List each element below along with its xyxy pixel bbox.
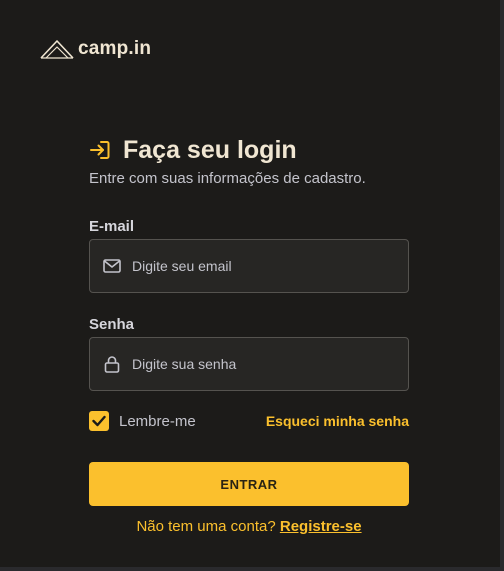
- remember-label: Lembre-me: [119, 412, 196, 430]
- window-edge-bottom: [0, 567, 504, 571]
- login-form: Faça seu login Entre com suas informaçõe…: [89, 134, 409, 535]
- email-field[interactable]: [89, 239, 409, 293]
- remember-me[interactable]: Lembre-me: [89, 411, 196, 431]
- password-field[interactable]: [89, 337, 409, 391]
- submit-button[interactable]: ENTRAR: [89, 462, 409, 506]
- signup-prompt-text: Não tem uma conta?: [136, 518, 276, 535]
- login-panel: camp.in Faça seu login Entre com suas in…: [0, 0, 500, 567]
- brand-logo: camp.in: [40, 38, 151, 60]
- email-input[interactable]: [132, 258, 392, 274]
- window-edge-right: [500, 0, 504, 571]
- sign-in-icon: [89, 139, 123, 161]
- brand-name: camp.in: [78, 38, 152, 59]
- email-label: E-mail: [89, 218, 135, 235]
- forgot-password-link[interactable]: Esqueci minha senha: [266, 413, 409, 429]
- page-title: Faça seu login: [123, 135, 297, 164]
- remember-checkbox[interactable]: [89, 411, 109, 431]
- page-subtitle: Entre com suas informações de cadastro.: [89, 170, 366, 187]
- login-options: Lembre-me Esqueci minha senha: [89, 410, 409, 432]
- password-label: Senha: [89, 316, 135, 333]
- title-row: Faça seu login: [89, 134, 409, 166]
- tent-icon: [40, 38, 74, 60]
- signup-link[interactable]: Registre-se: [280, 518, 362, 535]
- signup-prompt: Não tem uma conta? Registre-se: [89, 518, 409, 535]
- lock-icon: [102, 354, 122, 374]
- check-icon: [92, 415, 106, 427]
- password-input[interactable]: [132, 356, 392, 372]
- mail-icon: [102, 256, 122, 276]
